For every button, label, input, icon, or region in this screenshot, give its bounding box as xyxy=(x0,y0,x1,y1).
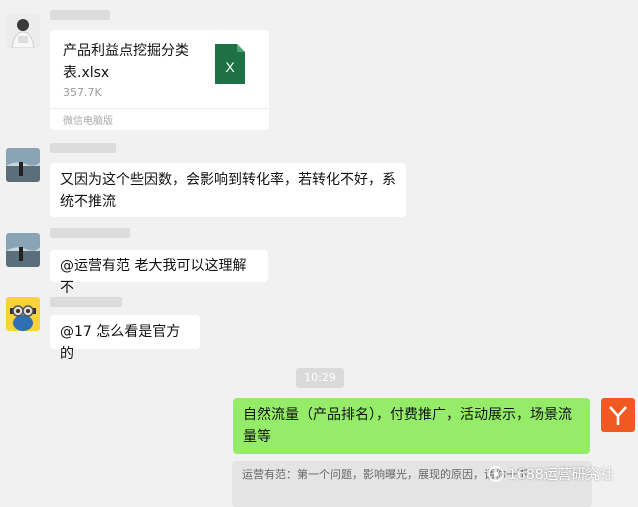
avatar-user-3[interactable] xyxy=(6,233,40,267)
file-message-card[interactable]: 产品利益点挖掘分类表.xlsx X 357.7K 微信电脑版 xyxy=(50,30,269,130)
avatar-user-4[interactable] xyxy=(6,297,40,331)
file-source-label: 微信电脑版 xyxy=(63,116,113,127)
svg-text:X: X xyxy=(225,59,235,75)
message-bubble-self[interactable]: 自然流量（产品排名），付费推广，活动展示，场景流量等 xyxy=(233,398,590,454)
message-bubble[interactable]: 又因为这个些因数，会影响到转化率，若转化不好，系统不推流 xyxy=(50,163,406,217)
wechat-official-account-icon xyxy=(488,466,504,482)
excel-file-icon: X xyxy=(215,44,245,84)
file-name: 产品利益点挖掘分类表.xlsx xyxy=(63,43,189,81)
divider xyxy=(50,108,269,109)
message-bubble[interactable]: @运营有范 老大我可以这理解不 xyxy=(50,250,268,296)
avatar-self[interactable] xyxy=(601,398,635,432)
sender-name-blurred xyxy=(50,143,116,153)
avatar-user-2[interactable] xyxy=(6,148,40,182)
sender-name-blurred xyxy=(50,297,122,307)
file-size: 357.7K xyxy=(63,86,102,99)
message-bubble[interactable]: @17 怎么看是官方的 xyxy=(50,315,200,362)
timestamp: 10:29 xyxy=(296,368,344,388)
watermark-text: 1688运营研究社 xyxy=(508,467,614,483)
sender-name-blurred xyxy=(50,228,130,238)
sender-name-blurred xyxy=(50,10,110,20)
watermark: 1688运营研究社 xyxy=(488,464,614,484)
avatar-user-1[interactable] xyxy=(6,14,40,48)
